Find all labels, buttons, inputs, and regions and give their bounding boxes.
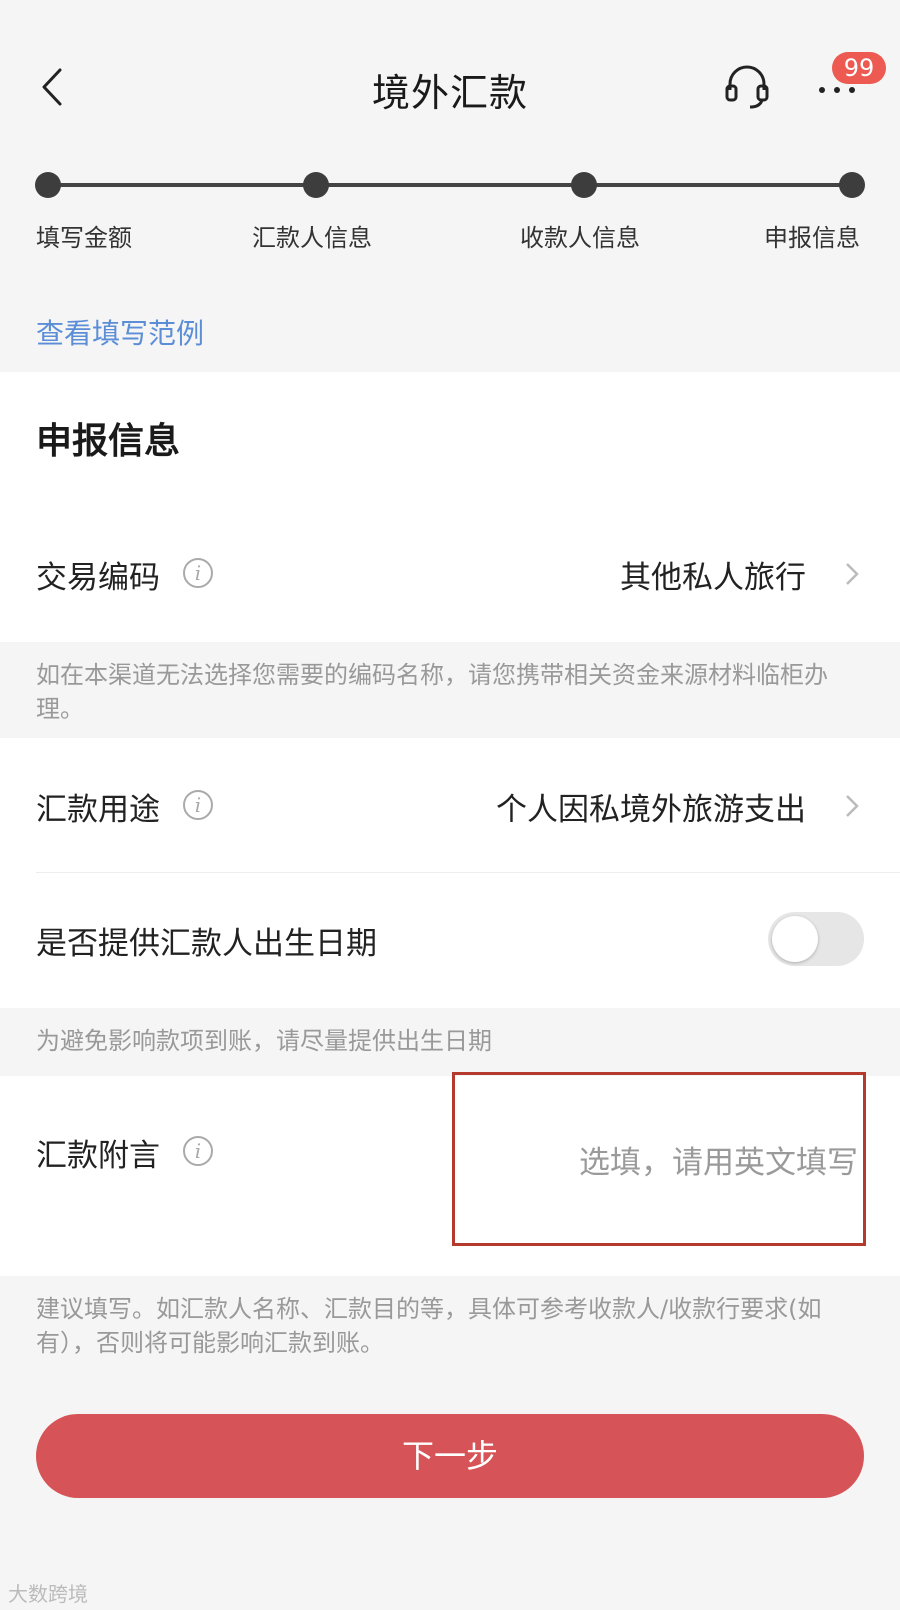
step-label-remitter: 汇款人信息: [252, 224, 372, 252]
purpose-label: 汇款用途: [36, 792, 160, 828]
progress-stepper: 填写金额 汇款人信息 收款人信息 申报信息: [0, 170, 900, 260]
step-label-declaration: 申报信息: [764, 224, 860, 252]
transaction-code-label: 交易编码: [36, 560, 160, 596]
chevron-right-icon[interactable]: [842, 791, 862, 821]
info-icon[interactable]: i: [183, 790, 213, 820]
headset-icon: [725, 65, 769, 109]
watermark-logo: 大数跨境: [8, 1582, 88, 1606]
birthdate-label: 是否提供汇款人出生日期: [36, 926, 377, 962]
remark-label: 汇款附言: [36, 1138, 160, 1174]
stepper-line: [48, 183, 852, 187]
nav-bar: 境外汇款 99: [0, 40, 900, 140]
birthdate-hint: 为避免影响款项到账，请尽量提供出生日期: [36, 1027, 492, 1055]
remark-hint: 建议填写。如汇款人名称、汇款目的等，具体可参考收款人/收款行要求(如有），否则将…: [36, 1295, 822, 1357]
transaction-code-hint: 如在本渠道无法选择您需要的编码名称，请您携带相关资金来源材料临柜办理。: [36, 661, 828, 723]
next-step-button[interactable]: 下一步: [36, 1414, 864, 1498]
toggle-knob: [772, 916, 818, 962]
step-dot-4: [839, 172, 865, 198]
notification-badge: 99: [832, 52, 886, 84]
remark-input[interactable]: [456, 1078, 860, 1248]
birthdate-toggle[interactable]: [768, 912, 864, 966]
purpose-section: [0, 738, 900, 1008]
row-divider: [36, 872, 900, 873]
step-dot-2: [303, 172, 329, 198]
chevron-right-icon[interactable]: [842, 559, 862, 589]
view-example-link[interactable]: 查看填写范例: [36, 312, 204, 352]
transaction-code-value[interactable]: 其他私人旅行: [620, 552, 806, 597]
step-dot-1: [35, 172, 61, 198]
customer-service-button[interactable]: [722, 60, 772, 112]
info-icon[interactable]: i: [183, 558, 213, 588]
purpose-value[interactable]: 个人因私境外旅游支出: [496, 784, 806, 829]
section-title: 申报信息: [36, 421, 181, 462]
info-icon[interactable]: i: [183, 1136, 213, 1166]
step-label-amount: 填写金额: [36, 224, 132, 252]
step-dot-3: [571, 172, 597, 198]
step-label-payee: 收款人信息: [520, 224, 640, 252]
